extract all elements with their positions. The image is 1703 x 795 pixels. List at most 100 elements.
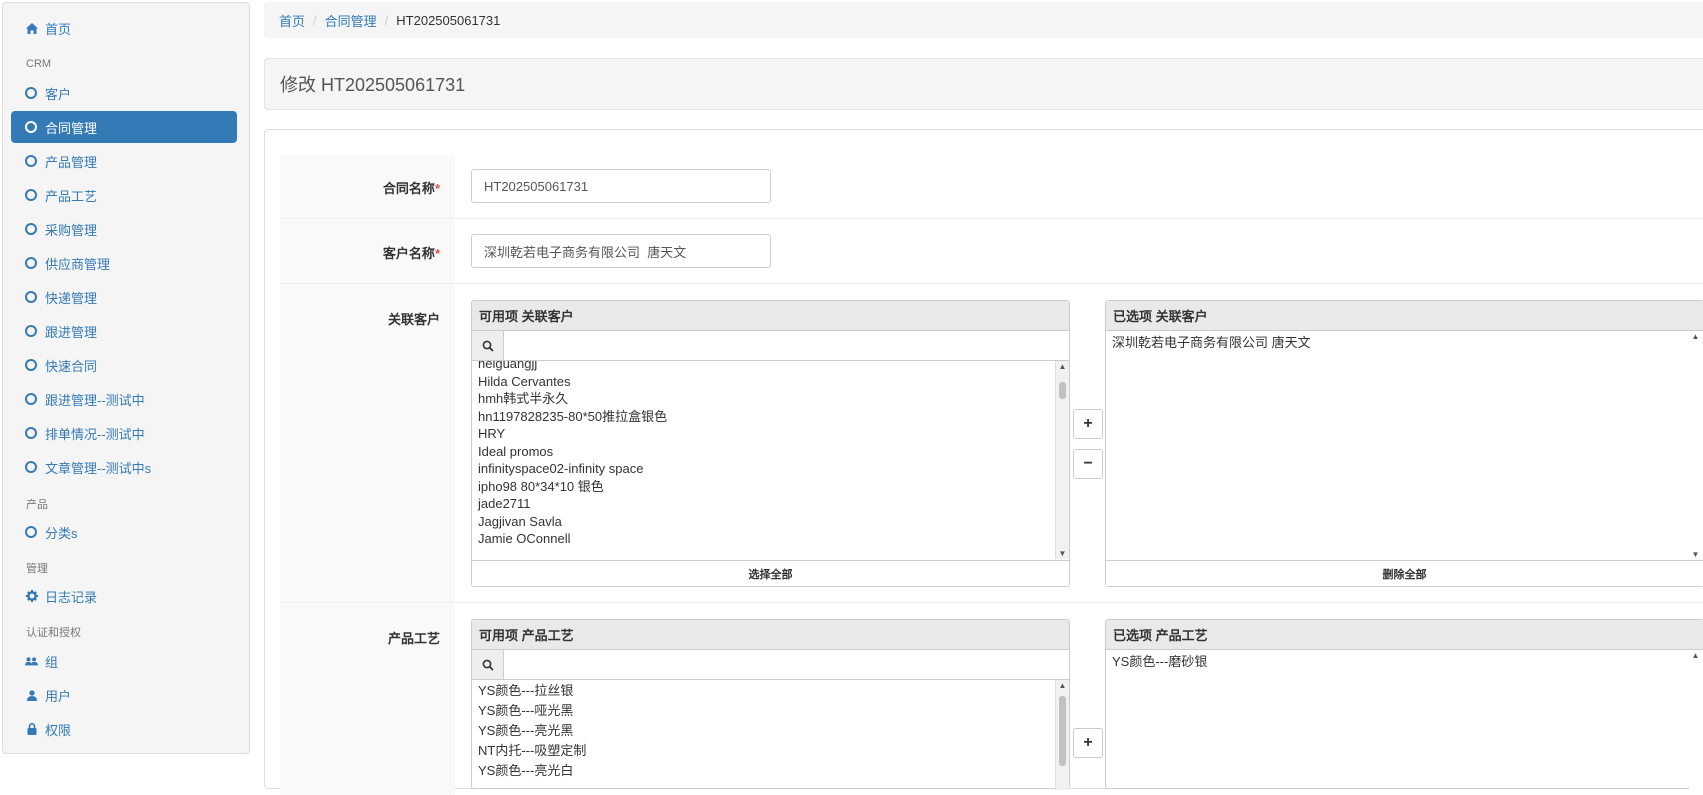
circle-o-icon bbox=[25, 526, 37, 538]
scroll-down-icon[interactable]: ▼ bbox=[1689, 550, 1702, 559]
sidebar-item-label: 快递管理 bbox=[45, 290, 98, 306]
scroll-up-icon[interactable]: ▲ bbox=[1056, 681, 1069, 690]
list-item[interactable]: Jagjivan Savla bbox=[472, 513, 1069, 531]
list-item[interactable]: YS颜色---亮光白 bbox=[472, 761, 1069, 781]
sidebar-header-products: 产品 bbox=[26, 499, 48, 511]
list-item[interactable]: NT内托---吸塑定制 bbox=[472, 741, 1069, 761]
related-selected-box: 已选项 关联客户 深圳乾若电子商务有限公司 唐天文 ▲ ▼ 删除全部 bbox=[1105, 300, 1703, 587]
remove-selected-button[interactable]: − bbox=[1073, 449, 1103, 479]
list-item[interactable]: Hilda Cervantes bbox=[472, 373, 1069, 391]
scrollbar[interactable]: ▲ ▼ bbox=[1689, 331, 1703, 560]
circle-o-icon bbox=[25, 393, 37, 405]
scrollbar[interactable]: ▲ ▼ bbox=[1055, 361, 1069, 559]
circle-o-icon bbox=[25, 155, 37, 167]
sidebar-header-auth: 认证和授权 bbox=[26, 627, 81, 639]
sidebar-item-label: 首页 bbox=[45, 21, 72, 37]
gear-icon bbox=[25, 590, 38, 602]
circle-o-icon bbox=[25, 359, 37, 371]
breadcrumb-current: HT202505061731 bbox=[396, 12, 501, 28]
sidebar-item-label: 跟进管理--测试中 bbox=[45, 392, 145, 408]
add-selected-button[interactable]: + bbox=[1073, 728, 1103, 758]
craft-available-list[interactable]: YS颜色---拉丝银 YS颜色---哑光黑 YS颜色---亮光黑 NT内托---… bbox=[472, 680, 1069, 790]
circle-o-icon bbox=[25, 121, 37, 133]
list-item[interactable]: hn1197828235-80*50推拉盒银色 bbox=[472, 408, 1069, 426]
related-available-list[interactable]: heiguangjj Hilda Cervantes hmh韩式半永久 hn11… bbox=[472, 361, 1069, 559]
scroll-up-icon[interactable]: ▲ bbox=[1689, 651, 1702, 660]
craft-selected-list[interactable]: YS颜色---磨砂银 ▲ bbox=[1106, 650, 1703, 790]
sidebar-item-articles-test[interactable]: 文章管理--测试中s bbox=[11, 451, 237, 483]
scrollbar-thumb[interactable] bbox=[1059, 696, 1066, 766]
sidebar-item-schedule-test[interactable]: 排单情况--测试中 bbox=[11, 417, 237, 449]
sidebar-item-label: 合同管理 bbox=[45, 120, 98, 136]
sidebar-item-followup-test[interactable]: 跟进管理--测试中 bbox=[11, 383, 237, 415]
list-item[interactable]: ipho98 80*34*10 银色 bbox=[472, 478, 1069, 496]
scroll-up-icon[interactable]: ▲ bbox=[1689, 332, 1702, 341]
sidebar-item-label: 分类s bbox=[45, 525, 78, 541]
row-divider bbox=[280, 602, 1703, 603]
select-all-button[interactable]: 选择全部 bbox=[472, 560, 1069, 586]
list-item[interactable]: jade2711 bbox=[472, 495, 1069, 513]
sidebar-item-label: 日志记录 bbox=[45, 589, 98, 605]
list-item[interactable]: infinityspace02-infinity space bbox=[472, 460, 1069, 478]
users-icon bbox=[25, 656, 38, 667]
contract-name-input[interactable] bbox=[471, 169, 771, 203]
sidebar-item-home[interactable]: 首页 bbox=[11, 12, 237, 44]
sidebar-item-products[interactable]: 产品管理 bbox=[11, 145, 237, 177]
home-icon bbox=[25, 22, 38, 34]
scroll-down-icon[interactable]: ▼ bbox=[1056, 549, 1069, 558]
list-item[interactable]: heiguangjj bbox=[472, 361, 1069, 373]
list-item[interactable]: hmh韩式半永久 bbox=[472, 390, 1069, 408]
sidebar-item-logs[interactable]: 日志记录 bbox=[11, 580, 237, 612]
sidebar-item-express[interactable]: 快递管理 bbox=[11, 281, 237, 313]
customer-name-input[interactable] bbox=[471, 234, 771, 268]
list-item[interactable]: YS颜色---磨砂银 bbox=[1106, 653, 1703, 671]
list-item[interactable]: YS颜色---拉丝银 bbox=[472, 681, 1069, 701]
scrollbar[interactable]: ▲ bbox=[1689, 650, 1703, 790]
craft-available-header: 可用项 产品工艺 bbox=[472, 620, 1069, 650]
circle-o-icon bbox=[25, 291, 37, 303]
craft-selected-header: 已选项 产品工艺 bbox=[1106, 620, 1703, 650]
remove-all-button[interactable]: 删除全部 bbox=[1106, 560, 1703, 586]
scrollbar[interactable]: ▲ bbox=[1055, 680, 1069, 790]
add-selected-button[interactable]: + bbox=[1073, 409, 1103, 439]
list-item[interactable]: HRY bbox=[472, 425, 1069, 443]
sidebar-item-permissions[interactable]: 权限 bbox=[11, 713, 237, 745]
page-title: 修改 HT202505061731 bbox=[264, 58, 1703, 110]
sidebar-header-admin: 管理 bbox=[26, 563, 48, 575]
sidebar-item-label: 快速合同 bbox=[45, 358, 98, 374]
related-available-header: 可用项 关联客户 bbox=[472, 301, 1069, 331]
breadcrumb-contracts[interactable]: 合同管理 bbox=[325, 11, 377, 30]
sidebar-item-contracts[interactable]: 合同管理 bbox=[11, 111, 237, 143]
sidebar-item-followup[interactable]: 跟进管理 bbox=[11, 315, 237, 347]
sidebar-item-label: 采购管理 bbox=[45, 222, 98, 238]
customer-name-label: 客户名称* bbox=[382, 246, 440, 261]
row-divider bbox=[280, 283, 1703, 284]
sidebar-item-users[interactable]: 用户 bbox=[11, 679, 237, 711]
list-item[interactable]: YS颜色---哑光黑 bbox=[472, 701, 1069, 721]
list-item[interactable]: Ideal promos bbox=[472, 443, 1069, 461]
scrollbar-thumb[interactable] bbox=[1059, 382, 1066, 399]
breadcrumb-home[interactable]: 首页 bbox=[279, 11, 305, 30]
craft-selected-box: 已选项 产品工艺 YS颜色---磨砂银 ▲ bbox=[1105, 619, 1703, 790]
sidebar-item-quick-contract[interactable]: 快速合同 bbox=[11, 349, 237, 381]
breadcrumb-separator: / bbox=[384, 12, 389, 28]
sidebar-item-categories[interactable]: 分类s bbox=[11, 516, 237, 548]
sidebar-item-label: 文章管理--测试中s bbox=[45, 460, 152, 476]
related-selected-list[interactable]: 深圳乾若电子商务有限公司 唐天文 ▲ ▼ bbox=[1106, 331, 1703, 560]
scroll-up-icon[interactable]: ▲ bbox=[1056, 362, 1069, 371]
list-item[interactable]: Jamie OConnell bbox=[472, 530, 1069, 548]
sidebar-item-label: 客户 bbox=[45, 86, 72, 102]
search-icon bbox=[472, 331, 504, 360]
list-item[interactable]: 深圳乾若电子商务有限公司 唐天文 bbox=[1106, 334, 1703, 352]
list-item[interactable]: YS颜色---亮光黑 bbox=[472, 721, 1069, 741]
sidebar-item-customers[interactable]: 客户 bbox=[11, 77, 237, 109]
sidebar-item-purchasing[interactable]: 采购管理 bbox=[11, 213, 237, 245]
sidebar-item-product-craft[interactable]: 产品工艺 bbox=[11, 179, 237, 211]
sidebar-item-label: 用户 bbox=[45, 688, 72, 704]
sidebar-item-suppliers[interactable]: 供应商管理 bbox=[11, 247, 237, 279]
sidebar-item-groups[interactable]: 组 bbox=[11, 645, 237, 677]
breadcrumb: 首页 / 合同管理 / HT202505061731 bbox=[264, 2, 1703, 38]
related-available-search-input[interactable] bbox=[504, 331, 1069, 360]
craft-available-search-input[interactable] bbox=[504, 650, 1069, 679]
related-available-box: 可用项 关联客户 heiguangjj Hilda Cervantes hmh韩… bbox=[471, 300, 1070, 587]
